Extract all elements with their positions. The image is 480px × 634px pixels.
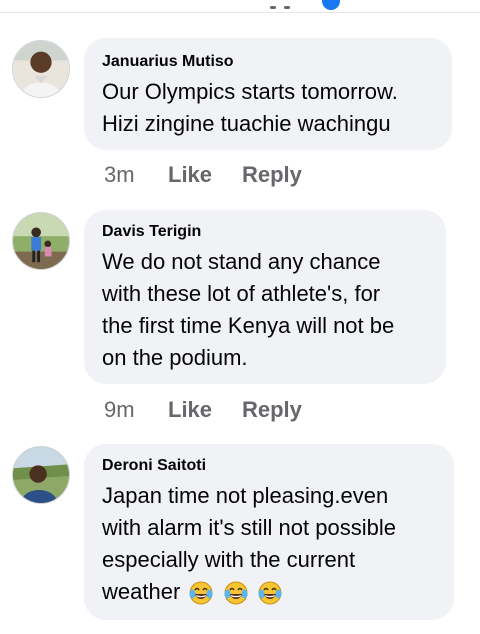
tears-of-joy-emoji-icon (258, 581, 282, 605)
tears-of-joy-emoji-icon (189, 581, 213, 605)
previous-comment-edge (0, 0, 480, 13)
comment-actions: 9m Like Reply (104, 397, 302, 423)
comment-text: Our Olympics starts tomorrow. Hizi zingi… (102, 76, 434, 140)
comment-line: with these lot of athlete's, for (102, 281, 381, 306)
like-button[interactable]: Like (168, 162, 242, 188)
comment-text: We do not stand any chance with these lo… (102, 246, 428, 374)
comment-author[interactable]: Januarius Mutiso (102, 52, 434, 72)
tears-of-joy-emoji-icon (224, 581, 248, 605)
comment-author[interactable]: Deroni Saitoti (102, 456, 436, 476)
comment-line: on the podium. (102, 345, 248, 370)
avatar[interactable] (12, 212, 70, 270)
reply-button[interactable]: Reply (242, 162, 302, 188)
like-button[interactable]: Like (168, 397, 242, 423)
reply-button[interactable]: Reply (242, 397, 302, 423)
comment-line: with alarm it's still not possible (102, 515, 396, 540)
comment-line: weather (102, 579, 181, 604)
user-avatar-icon (13, 447, 69, 503)
avatar[interactable] (12, 40, 70, 98)
comment-line-with-emoji: weather (102, 576, 436, 608)
comment-line: Hizi zingine tuachie wachingu (102, 111, 391, 136)
comment-time[interactable]: 9m (104, 397, 168, 423)
comment-actions: 3m Like Reply (104, 162, 302, 188)
comment-line: We do not stand any chance (102, 249, 381, 274)
comment-line: Our Olympics starts tomorrow. (102, 79, 398, 104)
comment-bubble: Davis Terigin We do not stand any chance… (84, 210, 446, 384)
comment-bubble: Januarius Mutiso Our Olympics starts tom… (84, 38, 452, 150)
avatar[interactable] (12, 446, 70, 504)
comment-line: the first time Kenya will not be (102, 313, 395, 338)
user-avatar-icon (13, 213, 69, 269)
comment-bubble: Deroni Saitoti Japan time not pleasing.e… (84, 444, 454, 620)
comment-line: Japan time not pleasing.even (102, 483, 389, 508)
comments-screen: Januarius Mutiso Our Olympics starts tom… (0, 0, 480, 634)
user-avatar-icon (13, 41, 69, 97)
cut-off-text (284, 6, 290, 9)
comment-time[interactable]: 3m (104, 162, 168, 188)
cut-off-text (270, 6, 276, 9)
comment-line: especially with the current (102, 547, 356, 572)
comment-text: Japan time not pleasing.even with alarm … (102, 480, 436, 608)
comment-author[interactable]: Davis Terigin (102, 222, 428, 242)
reaction-icon (322, 0, 340, 10)
